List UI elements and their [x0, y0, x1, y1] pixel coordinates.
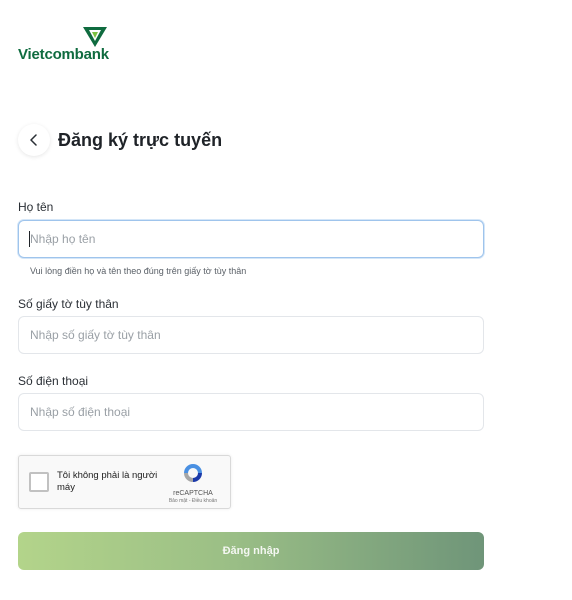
brand-name: Vietcombank: [18, 46, 109, 63]
full-name-input[interactable]: [30, 232, 472, 246]
recaptcha-brand: reCAPTCHA: [173, 490, 213, 497]
page-header: Đăng ký trực tuyến: [18, 124, 222, 156]
full-name-field[interactable]: [18, 220, 484, 258]
recaptcha-checkbox[interactable]: [29, 472, 49, 492]
recaptcha-label: Tôi không phải là người máy: [57, 470, 158, 493]
recaptcha-terms[interactable]: Bảo mật - Điều khoản: [164, 498, 222, 504]
phone-input[interactable]: [30, 405, 472, 419]
full-name-hint: Vui lòng điền họ và tên theo đúng trên g…: [30, 266, 247, 276]
id-number-input[interactable]: [30, 328, 472, 342]
login-button[interactable]: Đăng nhập: [18, 532, 484, 570]
id-number-label: Số giấy tờ tùy thân: [18, 297, 119, 311]
text-cursor: [29, 231, 30, 247]
back-button[interactable]: [18, 124, 50, 156]
recaptcha-widget: Tôi không phải là người máy reCAPTCHA Bả…: [18, 455, 231, 509]
phone-label: Số điện thoại: [18, 374, 89, 388]
page-title: Đăng ký trực tuyến: [58, 129, 223, 150]
vietcombank-logo: Vietcombank: [18, 26, 118, 64]
id-number-field[interactable]: [18, 316, 484, 354]
recaptcha-icon: [184, 464, 202, 482]
full-name-label: Họ tên: [18, 200, 54, 214]
phone-field[interactable]: [18, 393, 484, 431]
recaptcha-branding: reCAPTCHA Bảo mật - Điều khoản: [164, 462, 222, 504]
chevron-left-icon: [30, 134, 37, 146]
vietcombank-logo-icon: [83, 27, 107, 47]
